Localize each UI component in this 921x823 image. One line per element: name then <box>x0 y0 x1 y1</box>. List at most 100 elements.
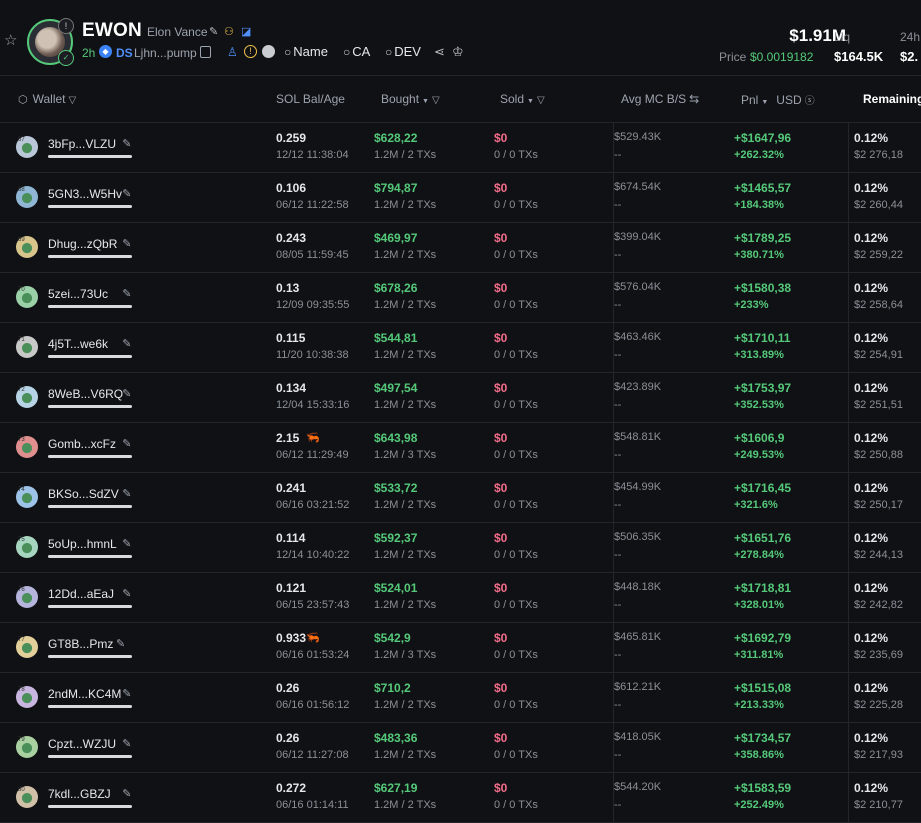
pnl-percent: +278.84% <box>734 549 784 561</box>
edit-icon[interactable]: ✎ <box>122 437 131 450</box>
sort-down-icon[interactable]: ▼ <box>527 98 534 105</box>
edit-icon[interactable]: ✎ <box>122 337 131 350</box>
wallet-address[interactable]: Gomb...xcFz <box>48 437 116 451</box>
wallet-address[interactable]: 7kdl...GBZJ <box>48 787 111 801</box>
wallet-address[interactable]: 2ndM...KC4M <box>48 687 121 701</box>
wallet-address[interactable]: 3bFp...VLZU <box>48 137 116 151</box>
col-pnl[interactable]: Pnl ▼ USD ⓢ <box>741 92 815 107</box>
filter-icon[interactable]: ▽ <box>432 95 440 106</box>
wallet-rank: 71 <box>18 337 25 343</box>
wallet-address[interactable]: Dhug...zQbR <box>48 237 117 251</box>
user-icon[interactable]: ♙ <box>227 45 238 59</box>
edit-icon[interactable]: ✎ <box>122 537 131 550</box>
avg-mc-sell: -- <box>614 149 622 161</box>
bought-txs: 1.2M / 2 TXs <box>374 249 437 261</box>
edit-icon[interactable]: ✎ <box>122 187 131 200</box>
search-ca-link[interactable]: ○ CA <box>343 44 370 59</box>
wallet-address[interactable]: Cpzt...WZJU <box>48 737 116 751</box>
edit-icon[interactable]: ✎ <box>116 637 125 650</box>
edit-icon[interactable]: ✎ <box>122 387 131 400</box>
menu-circle-icon[interactable] <box>262 45 275 58</box>
holding-bar <box>48 205 132 208</box>
pnl-percent: +249.53% <box>734 449 784 461</box>
contract-address[interactable]: Ljhn...pump <box>134 46 197 60</box>
sold-amount: $0 <box>494 631 508 645</box>
table-row[interactable]: 79 Cpzt...WZJU ✎ 0.26 06/12 11:27:08 $483,36 1… <box>0 722 921 773</box>
share-icon[interactable]: ⋖ <box>434 44 445 60</box>
column-divider <box>848 472 849 522</box>
wallet-address[interactable]: 4j5T...we6k <box>48 337 108 351</box>
col-sol[interactable]: SOL Bal/Age <box>276 92 345 106</box>
edit-icon[interactable]: ✎ <box>122 237 131 250</box>
pnl-amount: +$1606,9 <box>734 431 785 445</box>
ds-label[interactable]: DS <box>116 46 133 60</box>
ds-icon[interactable]: ◆ <box>99 45 112 58</box>
table-row[interactable]: 74 BKSo...SdZV ✎ 0.241 06/16 03:21:52 $533,72… <box>0 472 921 523</box>
edit-icon[interactable]: ✎ <box>122 137 131 150</box>
table-row[interactable]: 75 5oUp...hmnL ✎ 0.114 12/14 10:40:22 $592,37… <box>0 522 921 573</box>
col-wallet[interactable]: ⬡ Wallet ▽ <box>18 92 76 106</box>
col-bought[interactable]: Bought ▼ ▽ <box>381 92 440 106</box>
table-row[interactable]: 67 3bFp...VLZU ✎ 0.259 12/12 11:38:04 $628,22… <box>0 122 921 173</box>
verified-icon[interactable]: ◪ <box>241 25 251 38</box>
holding-bar <box>48 405 132 408</box>
filter-icon[interactable]: ▽ <box>69 95 77 106</box>
wallet-address[interactable]: BKSo...SdZV <box>48 487 119 501</box>
sold-txs: 0 / 0 TXs <box>494 399 538 411</box>
column-divider <box>848 672 849 722</box>
sort-down-icon[interactable]: ▼ <box>761 99 768 106</box>
wallet-age: 06/12 11:22:58 <box>276 199 349 211</box>
dollar-circle-icon[interactable]: ⓢ <box>805 96 815 107</box>
wallet-address[interactable]: GT8B...Pmz <box>48 637 113 651</box>
col-remaining[interactable]: Remaining <box>863 92 921 106</box>
token-header: ☆ ! ✓ EWON Elon Vance ✎ ⚇ ◪ 2h ◆ DS Ljhn… <box>0 0 921 74</box>
table-row[interactable]: 80 7kdl...GBZJ ✎ 0.272 06/16 01:14:11 $627,19… <box>0 772 921 823</box>
edit-icon[interactable]: ✎ <box>122 487 131 500</box>
crown-icon[interactable]: ♔ <box>452 44 464 60</box>
token-name: Elon Vance <box>147 25 208 39</box>
table-row[interactable]: 71 4j5T...we6k ✎ 0.115 11/20 10:38:38 $544,81… <box>0 322 921 373</box>
table-row[interactable]: 69 Dhug...zQbR ✎ 0.243 08/05 11:59:45 $469,97… <box>0 222 921 273</box>
star-icon[interactable]: ☆ <box>4 33 20 49</box>
table-row[interactable]: 76 12Dd...aEaJ ✎ 0.121 06/15 23:57:43 $524,01… <box>0 572 921 623</box>
col-usd-label[interactable]: USD <box>776 93 801 107</box>
wallet-rank: 67 <box>18 137 25 143</box>
sold-txs: 0 / 0 TXs <box>494 699 538 711</box>
search-name-link[interactable]: ○ Name <box>284 44 328 59</box>
table-row[interactable]: 68 5GN3...W5Hv ✎ 0.106 06/12 11:22:58 $794,87… <box>0 172 921 223</box>
column-divider <box>848 522 849 572</box>
sol-balance: 0.13 <box>276 281 300 295</box>
wallet-address[interactable]: 8WeB...V6RQ <box>48 387 123 401</box>
table-row[interactable]: 72 8WeB...V6RQ ✎ 0.134 12/04 15:33:16 $497,54… <box>0 372 921 423</box>
sol-balance: 0.259 <box>276 131 307 145</box>
table-row[interactable]: 77 GT8B...Pmz ✎ 0.933 🦐 06/16 01:53:24 $542,9 1… <box>0 622 921 673</box>
edit-icon[interactable]: ✎ <box>122 787 131 800</box>
search-dev-link[interactable]: ○ DEV <box>385 44 421 59</box>
edit-icon[interactable]: ✎ <box>122 587 131 600</box>
col-avg[interactable]: Avg MC B/S ⇆ <box>621 92 699 106</box>
wallet-address[interactable]: 5GN3...W5Hv <box>48 187 122 201</box>
avg-mc-sell: -- <box>614 199 622 211</box>
table-row[interactable]: 70 5zei...73Uc ✎ 0.13 12/09 09:35:55 $678,26 1… <box>0 272 921 323</box>
sold-amount: $0 <box>494 381 508 395</box>
avg-mc-buy: $448.18K <box>614 581 662 593</box>
copy-icon[interactable] <box>200 46 211 58</box>
wallet-address[interactable]: 5zei...73Uc <box>48 287 108 301</box>
remaining-value: $2 259,22 <box>854 249 903 261</box>
edit-icon[interactable]: ✎ <box>122 737 131 750</box>
wallet-address[interactable]: 12Dd...aEaJ <box>48 587 114 601</box>
sort-down-icon[interactable]: ▼ <box>422 98 429 105</box>
table-row[interactable]: 78 2ndM...KC4M ✎ 0.26 06/16 01:56:12 $710,2 1.… <box>0 672 921 723</box>
col-sold[interactable]: Sold ▼ ▽ <box>500 92 545 106</box>
edit-icon[interactable]: ✎ <box>122 287 131 300</box>
community-icon[interactable]: ⚇ <box>224 25 234 38</box>
swap-icon[interactable]: ⇆ <box>689 92 699 106</box>
edit-icon[interactable]: ✎ <box>122 687 131 700</box>
table-row[interactable]: 73 Gomb...xcFz ✎ 2.15 🦐 06/12 11:29:49 $643,98… <box>0 422 921 473</box>
filter-icon[interactable]: ▽ <box>537 95 545 106</box>
wallet-address[interactable]: 5oUp...hmnL <box>48 537 117 551</box>
edit-icon[interactable]: ✎ <box>209 25 218 38</box>
warning-icon[interactable]: ! <box>244 45 257 58</box>
wallet-rank: 72 <box>18 387 25 393</box>
sold-amount: $0 <box>494 281 508 295</box>
